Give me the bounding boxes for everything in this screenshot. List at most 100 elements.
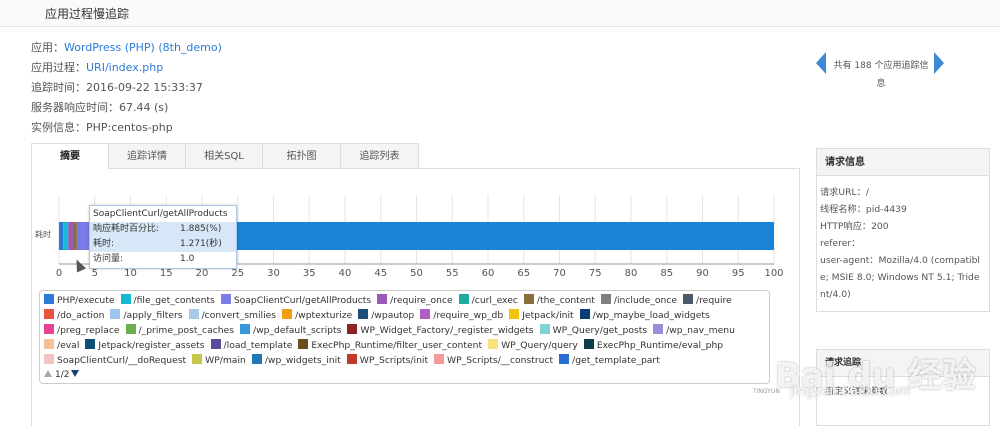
x-tick-label: 35 bbox=[303, 268, 316, 279]
tab-summary[interactable]: 摘要 bbox=[31, 143, 109, 170]
legend-swatch bbox=[377, 294, 388, 304]
legend-swatch bbox=[559, 354, 570, 364]
legend-label: /_prime_post_caches bbox=[138, 325, 235, 336]
legend-item[interactable]: /load_template bbox=[210, 338, 292, 353]
legend-label: /the_content bbox=[536, 295, 595, 306]
meta-process-label: 应用过程： bbox=[31, 61, 86, 74]
referer: referer： bbox=[820, 238, 861, 249]
legend-item[interactable]: /wp_default_scripts bbox=[240, 323, 341, 338]
x-tick-label: 30 bbox=[267, 268, 280, 279]
legend-item[interactable]: WP_Scripts/__construct bbox=[434, 353, 553, 368]
legend-item[interactable]: WP/main bbox=[192, 353, 246, 368]
meta-app-link[interactable]: WordPress (PHP) (8th_demo) bbox=[64, 41, 222, 54]
x-tick-label: 5 bbox=[92, 268, 98, 279]
tooltip-time-label: 耗时: bbox=[93, 239, 115, 249]
tab-related-sql[interactable]: 相关SQL bbox=[185, 143, 263, 169]
legend-item[interactable]: SoapClientCurl/getAllProducts bbox=[220, 293, 371, 308]
x-tick-label: 60 bbox=[482, 268, 495, 279]
bar-segment[interactable] bbox=[63, 222, 69, 250]
legend-label: /wpautop bbox=[371, 310, 415, 321]
legend-label: SoapClientCurl/__doRequest bbox=[57, 355, 187, 366]
legend-item[interactable]: /preg_replace bbox=[44, 323, 120, 338]
legend-item[interactable]: /file_get_contents bbox=[120, 293, 215, 308]
legend-item[interactable]: /wp_nav_menu bbox=[653, 323, 735, 338]
legend-next-page-icon[interactable] bbox=[71, 370, 80, 377]
meta-instance: 实例信息：PHP:centos-php bbox=[31, 118, 222, 138]
legend-item[interactable]: /wp_maybe_load_widgets bbox=[579, 308, 710, 323]
legend-label: /preg_replace bbox=[57, 325, 120, 336]
legend-item[interactable]: /eval bbox=[44, 338, 79, 353]
legend-item[interactable]: SoapClientCurl/__doRequest bbox=[44, 353, 186, 368]
legend-swatch bbox=[85, 339, 96, 349]
legend-label: WP_Query/query bbox=[501, 340, 578, 351]
legend-item[interactable]: WP_Scripts/init bbox=[346, 353, 428, 368]
legend-item[interactable]: /do_action bbox=[44, 308, 104, 323]
legend-label: /require_wp_db bbox=[433, 310, 504, 321]
trace-count-line2: 息 bbox=[876, 79, 886, 89]
user-agent: user-agent：Mozilla/4.0 (compatible; MSIE… bbox=[820, 255, 980, 300]
legend-swatch bbox=[282, 309, 293, 319]
legend-swatch bbox=[44, 339, 54, 349]
legend-item[interactable]: ExecPhp_Runtime/eval_php bbox=[583, 338, 723, 353]
legend-item[interactable]: WP_Query/query bbox=[488, 338, 578, 353]
legend-item[interactable]: WP_Widget_Factory/_register_widgets bbox=[347, 323, 534, 338]
trace-meta: 应用：WordPress (PHP) (8th_demo) 应用过程：URI/i… bbox=[31, 38, 222, 138]
legend-item[interactable]: /convert_smilies bbox=[188, 308, 277, 323]
bar-segment[interactable] bbox=[74, 222, 77, 250]
legend-swatch bbox=[653, 324, 664, 334]
legend-label: /convert_smilies bbox=[201, 310, 277, 321]
x-tick-label: 40 bbox=[339, 268, 352, 279]
legend-label: Jetpack/init bbox=[522, 310, 574, 321]
x-tick-label: 50 bbox=[410, 268, 423, 279]
legend-item[interactable]: /the_content bbox=[523, 293, 595, 308]
trace-navigator: 共有 188 个应用追踪信 息 bbox=[816, 52, 946, 94]
legend-item[interactable]: PHP/execute bbox=[44, 293, 115, 308]
legend-prev-page-icon[interactable] bbox=[44, 370, 52, 377]
tab-topology[interactable]: 拓扑图 bbox=[262, 143, 341, 169]
tab-trace-detail[interactable]: 追踪详情 bbox=[108, 143, 186, 169]
legend-item[interactable]: /apply_filters bbox=[110, 308, 183, 323]
meta-trace-time-value: 2016-09-22 15:33:37 bbox=[86, 81, 203, 94]
legend-label: WP/main bbox=[205, 355, 246, 366]
legend-item[interactable]: /require_once bbox=[377, 293, 453, 308]
meta-app-label: 应用： bbox=[31, 41, 64, 54]
legend-swatch bbox=[420, 309, 431, 319]
legend-swatch bbox=[44, 354, 54, 364]
legend-item[interactable]: /wp_widgets_init bbox=[251, 353, 341, 368]
tooltip-visits-label: 访问量: bbox=[93, 254, 124, 264]
tooltip-row-percent: 响应耗时百分比: 1.885(%) bbox=[90, 222, 236, 237]
legend-item[interactable]: /_prime_post_caches bbox=[125, 323, 235, 338]
legend-swatch bbox=[251, 354, 262, 364]
meta-process-link[interactable]: URI/index.php bbox=[86, 61, 163, 74]
legend-item[interactable]: /require bbox=[683, 293, 732, 308]
legend-label: /require bbox=[696, 295, 732, 306]
legend-swatch bbox=[192, 354, 203, 364]
legend-swatch bbox=[579, 309, 590, 319]
legend-swatch bbox=[220, 294, 231, 304]
x-tick-label: 80 bbox=[625, 268, 638, 279]
legend-swatch bbox=[110, 309, 121, 319]
legend-item[interactable]: /wptexturize bbox=[282, 308, 352, 323]
legend-item[interactable]: /include_once bbox=[600, 293, 677, 308]
x-tick-label: 65 bbox=[517, 268, 530, 279]
legend-item[interactable]: Jetpack/register_assets bbox=[85, 338, 205, 353]
legend-item[interactable]: /get_template_part bbox=[559, 353, 660, 368]
legend-item[interactable]: /curl_exec bbox=[458, 293, 518, 308]
tooltip-row-time: 耗时: 1.271(秒) bbox=[90, 237, 236, 252]
legend-item[interactable]: /wpautop bbox=[358, 308, 414, 323]
legend-item[interactable]: Jetpack/init bbox=[509, 308, 574, 323]
legend-label: /wp_nav_menu bbox=[666, 325, 735, 336]
tooltip-row-visits: 访问量: 1.0 bbox=[90, 252, 236, 267]
x-tick-label: 55 bbox=[446, 268, 459, 279]
tab-trace-list[interactable]: 追踪列表 bbox=[340, 143, 419, 169]
bar-segment[interactable] bbox=[59, 222, 64, 250]
legend-label: /wp_maybe_load_widgets bbox=[592, 310, 710, 321]
next-trace-arrow-icon[interactable] bbox=[934, 52, 944, 74]
legend-item[interactable]: ExecPhp_Runtime/filter_user_content bbox=[298, 338, 482, 353]
bar-segment[interactable] bbox=[68, 222, 75, 250]
legend-label: /wp_widgets_init bbox=[264, 355, 341, 366]
legend-item[interactable]: /require_wp_db bbox=[420, 308, 503, 323]
prev-trace-arrow-icon[interactable] bbox=[816, 52, 826, 74]
legend-item[interactable]: WP_Query/get_posts bbox=[539, 323, 647, 338]
legend-swatch bbox=[210, 339, 221, 349]
